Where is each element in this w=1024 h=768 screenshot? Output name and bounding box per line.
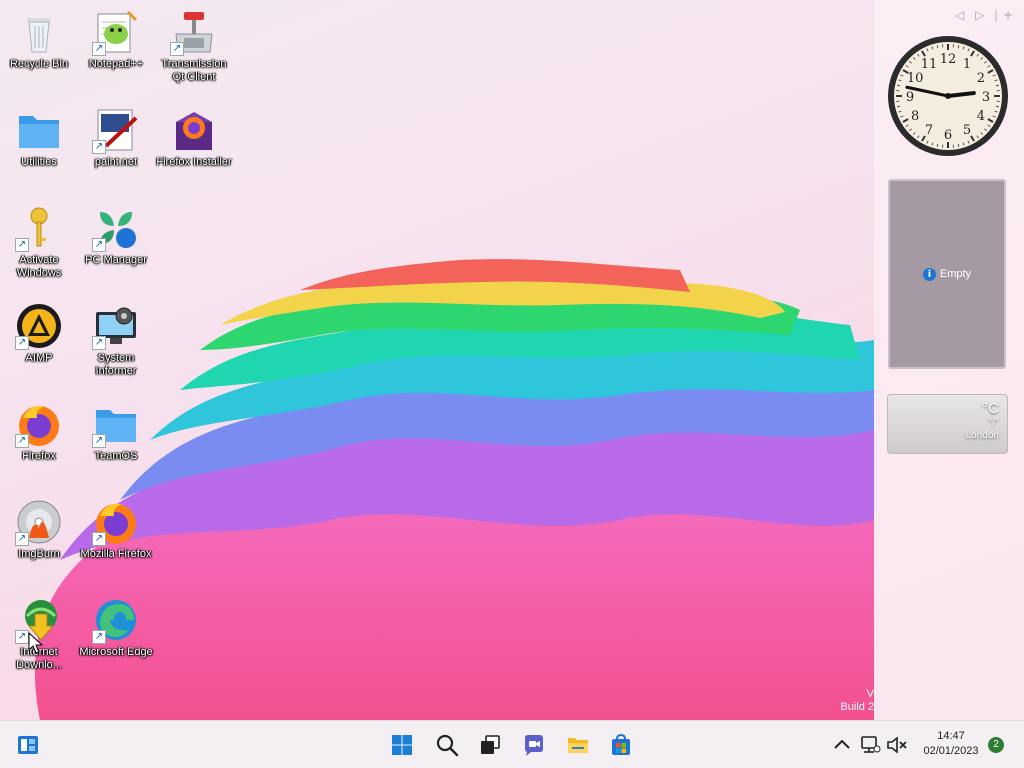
aimp-icon: ↗ (15, 302, 63, 350)
tray-time: 14:47 (937, 730, 965, 742)
clock-numeral: 8 (911, 109, 919, 124)
clock-numeral: 7 (925, 123, 933, 138)
microsoft-store-button[interactable] (605, 729, 637, 761)
shortcut-arrow-icon: ↗ (92, 42, 106, 56)
desktop-icon-transmission[interactable]: ↗ Transmission Qt Client (158, 8, 230, 84)
shortcut-arrow-icon: ↗ (92, 532, 106, 546)
clock-numeral: 2 (977, 71, 985, 86)
clock-numeral: 9 (906, 90, 914, 105)
chat-button[interactable] (518, 729, 550, 761)
info-icon: i (922, 267, 936, 281)
weather-range: °/° (988, 417, 999, 428)
taskbar: 14:47 02/01/2023 2 (0, 720, 1024, 768)
chevron-up-icon (834, 739, 850, 749)
network-button[interactable] (858, 729, 884, 761)
chat-icon (525, 735, 543, 756)
network-icon (861, 736, 881, 753)
slideshow-status: Empty (939, 268, 972, 280)
mouse-cursor-icon (28, 632, 44, 654)
shortcut-arrow-icon: ↗ (15, 238, 29, 252)
tray-date: 02/01/2023 (923, 745, 979, 757)
desktop-icon-mozilla-firefox[interactable]: ↗ Mozilla Firefox (80, 498, 152, 561)
clock-numeral: 12 (940, 52, 957, 67)
transmission-icon: ↗ (170, 8, 218, 56)
add-gadget-icon[interactable]: + (1003, 8, 1013, 22)
notepad-plus-plus-icon: ↗ (92, 8, 140, 56)
recycle-bin-icon (15, 8, 63, 56)
gadget-separator: | (994, 8, 999, 22)
clock-tray[interactable]: 14:47 02/01/2023 (918, 729, 984, 759)
desktop-icon-teamos[interactable]: ↗ TeamOS (80, 400, 152, 463)
clock-numeral: 11 (921, 57, 938, 72)
shortcut-arrow-icon: ↗ (15, 630, 29, 644)
edge-icon: ↗ (92, 596, 140, 644)
volume-muted-icon (887, 736, 907, 754)
shortcut-arrow-icon: ↗ (15, 532, 29, 546)
next-gadget-icon[interactable]: ▷ (975, 8, 984, 22)
pc-manager-icon: ↗ (92, 204, 140, 252)
slideshow-gadget[interactable]: i Empty (888, 179, 1006, 369)
clock-numeral: 6 (944, 128, 952, 143)
file-explorer-icon (568, 738, 588, 753)
imgburn-icon: ↗ (15, 498, 63, 546)
previous-gadget-icon[interactable]: ◁ (955, 8, 964, 22)
shortcut-arrow-icon: ↗ (92, 140, 106, 154)
search-icon (436, 734, 459, 757)
show-hidden-icons-button[interactable] (828, 729, 856, 761)
shortcut-arrow-icon: ↗ (92, 336, 106, 350)
search-button[interactable] (431, 729, 463, 761)
shortcut-arrow-icon: ↗ (15, 434, 29, 448)
watermark-line-2: Build 2 (840, 701, 874, 713)
start-button[interactable] (386, 729, 418, 761)
desktop-icon-microsoft-edge[interactable]: ↗ Microsoft Edge (79, 596, 153, 659)
desktop-icon-paint-net[interactable]: ↗ paint.net (80, 106, 152, 169)
clock-numeral: 3 (982, 90, 990, 105)
key-icon: ↗ (15, 204, 63, 252)
desktop-icon-pc-manager[interactable]: ↗ PC Manager (80, 204, 152, 267)
store-icon (612, 733, 630, 755)
clock-numeral: 5 (963, 123, 971, 138)
shortcut-arrow-icon: ↗ (92, 238, 106, 252)
desktop-icon-imgburn[interactable]: ↗ ImgBurn (3, 498, 75, 561)
shortcut-arrow-icon: ↗ (15, 336, 29, 350)
firefox-installer-icon (170, 106, 218, 154)
desktop-icon-utilities[interactable]: Utilities (3, 106, 75, 169)
paint-net-icon: ↗ (92, 106, 140, 154)
widgets-button[interactable] (12, 729, 44, 761)
build-watermark: V Build 2 (840, 688, 874, 714)
system-informer-icon: ↗ (92, 302, 140, 350)
clock-numeral: 1 (963, 57, 971, 72)
shortcut-arrow-icon: ↗ (92, 434, 106, 448)
notification-badge[interactable]: 2 (988, 737, 1004, 753)
task-view-button[interactable] (474, 729, 506, 761)
clock-numeral: 10 (907, 71, 924, 86)
task-view-icon (481, 735, 500, 754)
weather-temperature: °C (982, 400, 999, 417)
folder-icon (15, 106, 63, 154)
desktop-icon-recycle-bin[interactable]: Recycle Bin (3, 8, 75, 71)
weather-gadget[interactable]: °C °/° London (887, 394, 1008, 454)
desktop-icon-aimp[interactable]: ↗ AIMP (3, 302, 75, 365)
firefox-icon: ↗ (15, 400, 63, 448)
weather-city: London (965, 430, 999, 441)
start-icon (392, 735, 412, 755)
file-explorer-button[interactable] (562, 729, 594, 761)
volume-button[interactable] (884, 729, 910, 761)
desktop-icon-notepad-plus-plus[interactable]: ↗ Notepad++ (80, 8, 152, 71)
desktop-icon-system-informer[interactable]: ↗ System Informer (80, 302, 152, 378)
widgets-icon (18, 736, 38, 754)
clock-numeral: 4 (977, 109, 985, 124)
watermark-line-1: V (866, 688, 874, 700)
shortcut-arrow-icon: ↗ (170, 42, 184, 56)
firefox-icon: ↗ (92, 498, 140, 546)
desktop-icon-firefox[interactable]: ↗ Firefox (3, 400, 75, 463)
folder-icon: ↗ (92, 400, 140, 448)
clock-gadget[interactable]: 12 12 3 45678 9 1011 (886, 34, 1010, 158)
desktop-icon-firefox-installer[interactable]: Firefox Installer (156, 106, 232, 169)
shortcut-arrow-icon: ↗ (92, 630, 106, 644)
desktop-icon-activate-windows[interactable]: ↗ Activate Windows (3, 204, 75, 280)
